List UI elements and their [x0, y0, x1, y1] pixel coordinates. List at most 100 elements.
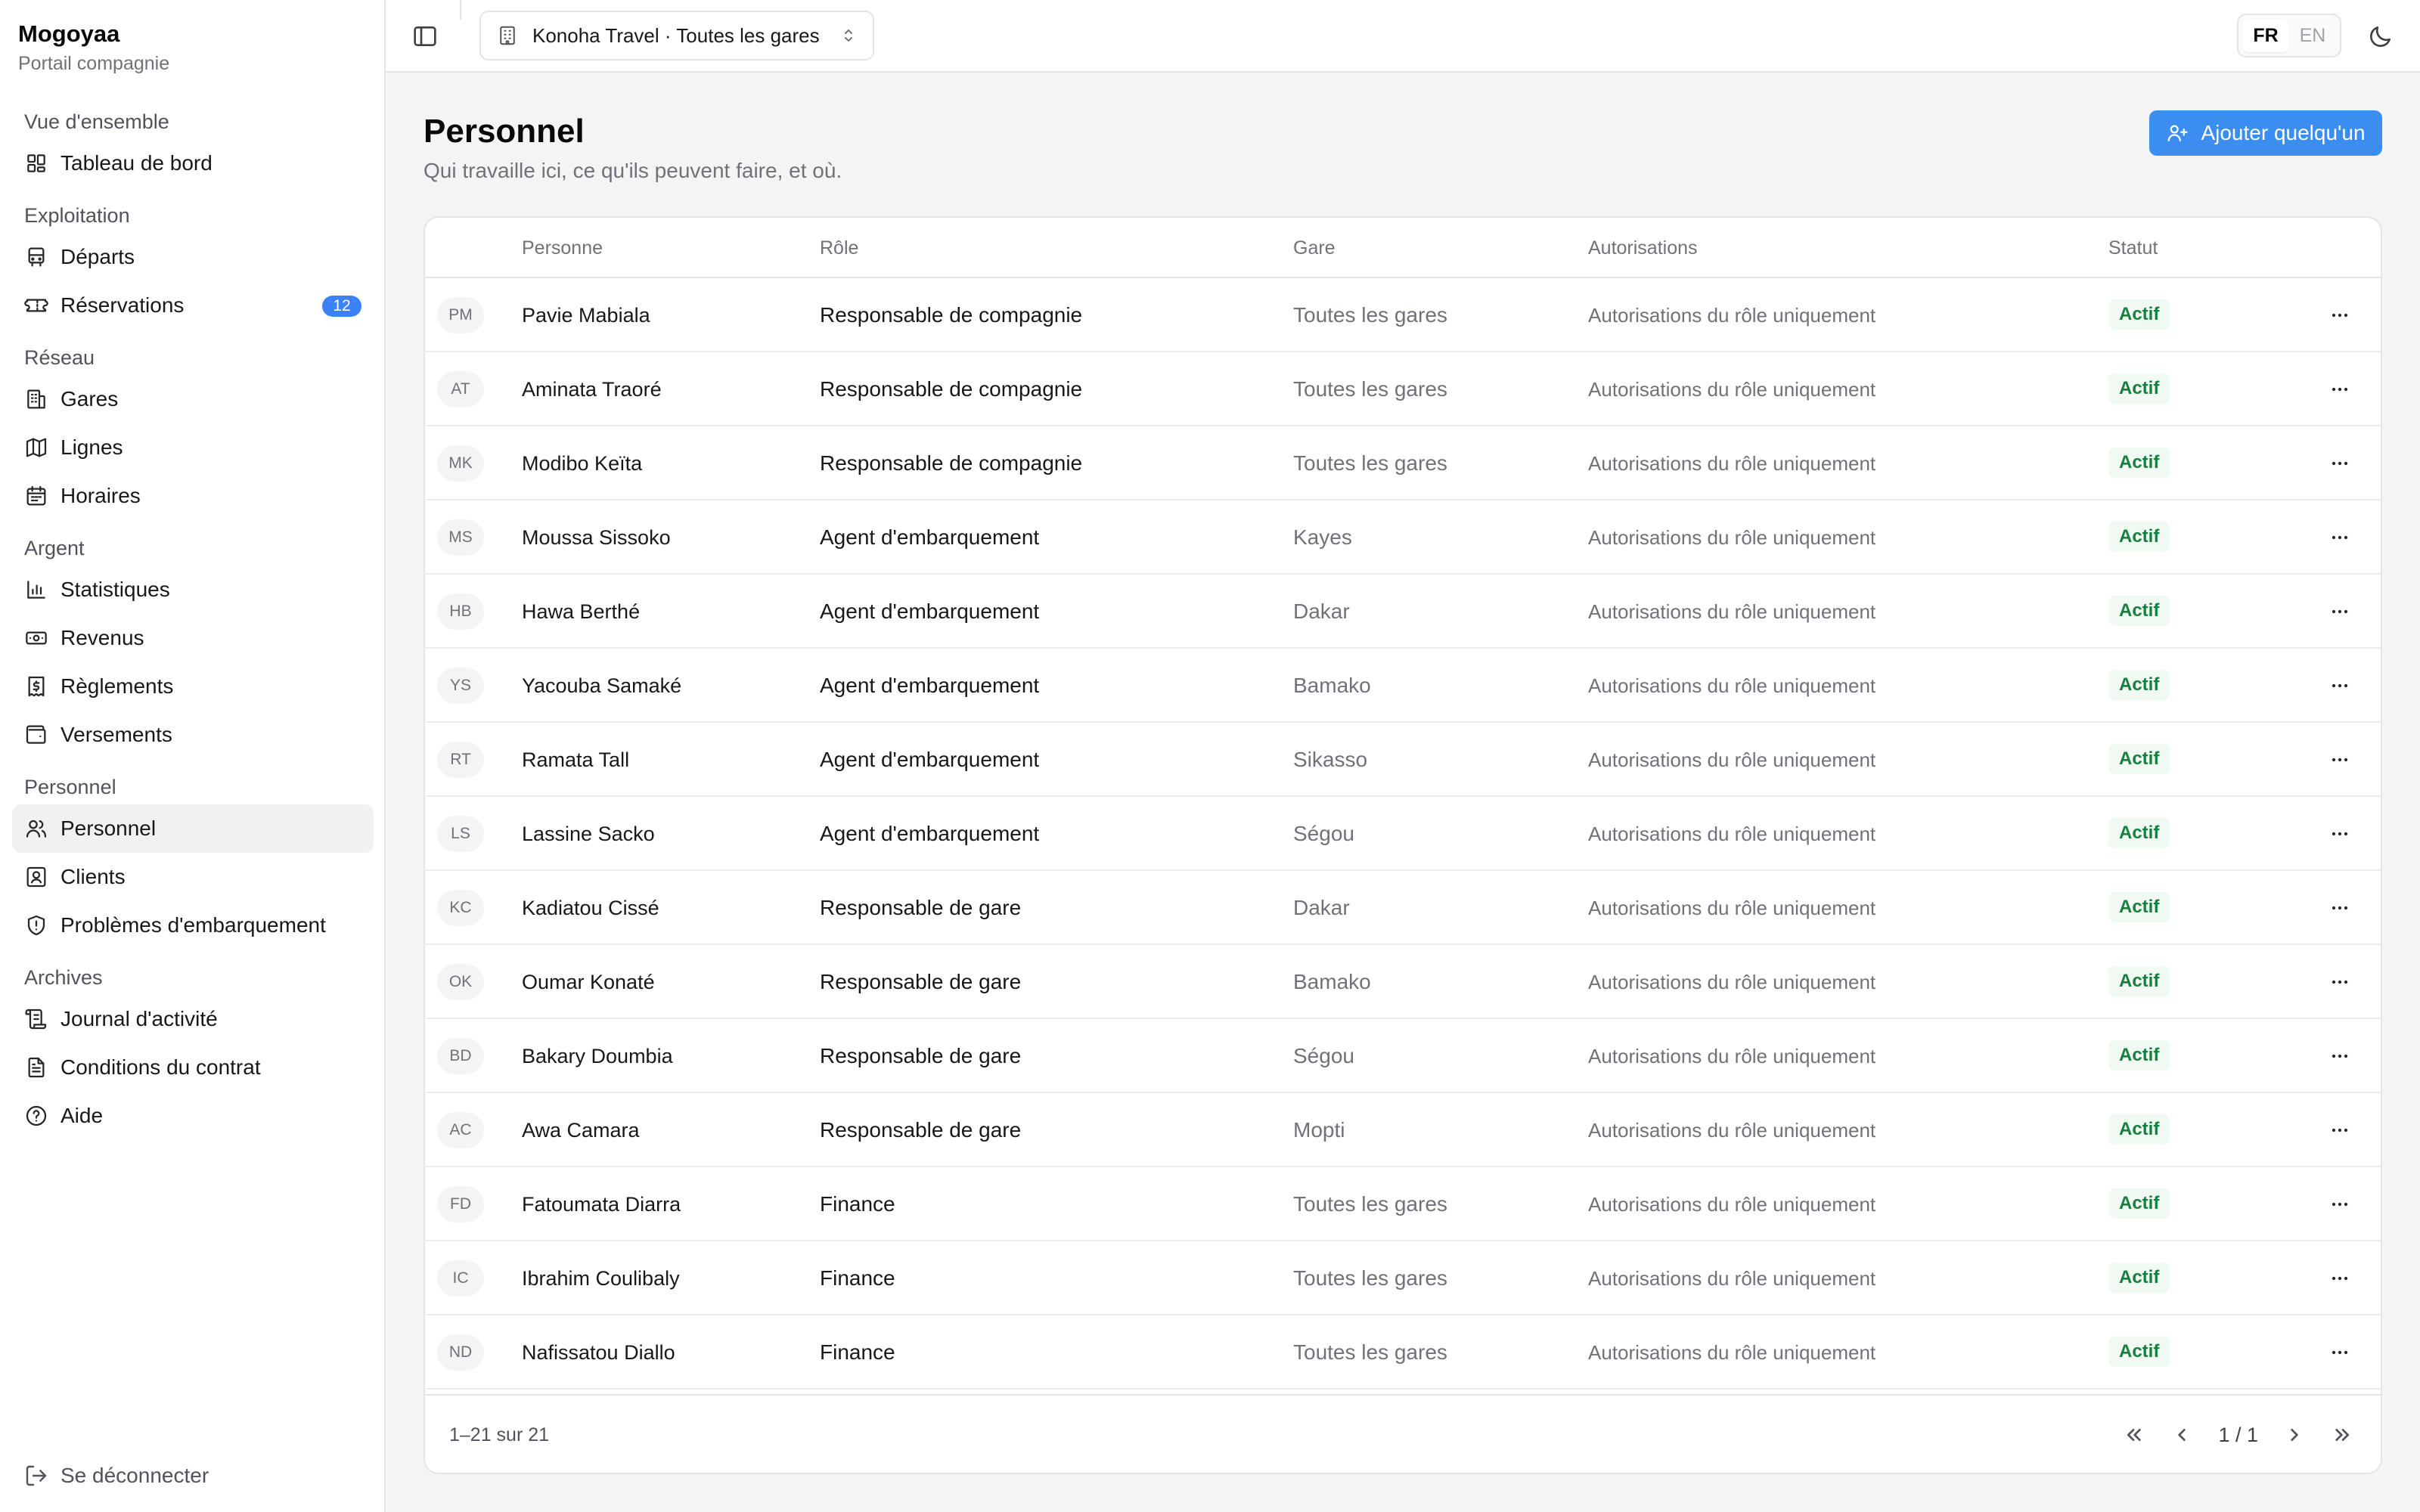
scroll-icon — [24, 1007, 48, 1031]
user-plus-icon — [2166, 122, 2189, 144]
sidebar-item-label: Clients — [60, 865, 126, 888]
sidebar-item-label: Conditions du contrat — [60, 1055, 261, 1079]
table-row[interactable]: PM Pavie Mabiala Responsable de compagnie T… — [425, 278, 2381, 352]
table-row[interactable]: OK Oumar Konaté Responsable de gare Bamako A… — [425, 945, 2381, 1019]
table-row[interactable]: MS Moussa Sissoko Agent d'embarquement Kaye… — [425, 500, 2381, 575]
person-name: Moussa Sissoko — [522, 526, 671, 549]
language-fr-button[interactable]: FR — [2242, 19, 2289, 52]
person-permissions: Autorisations du rôle uniquement — [1588, 1193, 1876, 1216]
row-actions-button[interactable] — [2328, 1266, 2352, 1290]
sidebar-item-revenus[interactable]: Revenus — [12, 614, 374, 662]
sidebar-item-reglements[interactable]: Règlements — [12, 662, 374, 711]
sidebar-item-label: Revenus — [60, 626, 144, 649]
nav-group-label: Argent — [24, 537, 85, 559]
column-header-role[interactable]: Rôle — [820, 218, 858, 278]
table-row[interactable]: MK Modibo Keïta Responsable de compagnie To… — [425, 426, 2381, 500]
ticket-icon — [24, 293, 48, 318]
more-horizontal-icon — [2328, 748, 2352, 772]
chevrons-up-down-icon — [839, 26, 858, 45]
person-role: Finance — [820, 1266, 895, 1290]
table-row[interactable]: ND Nafissatou Diallo Finance Toutes les gar… — [425, 1315, 2381, 1390]
more-horizontal-icon — [2328, 1044, 2352, 1068]
table-row[interactable]: AC Awa Camara Responsable de gare Mopti Auto… — [425, 1093, 2381, 1167]
org-selector[interactable]: Konoha Travel · Toutes les gares — [479, 11, 874, 60]
row-actions-button[interactable] — [2328, 600, 2352, 624]
row-actions-button[interactable] — [2328, 1192, 2352, 1216]
sidebar-item-departs[interactable]: Départs — [12, 233, 374, 281]
status-badge: Actif — [2108, 966, 2170, 996]
person-permissions: Autorisations du rôle uniquement — [1588, 600, 1876, 623]
column-header-station[interactable]: Gare — [1293, 218, 1336, 278]
next-page-button[interactable] — [2279, 1420, 2310, 1450]
status-badge: Actif — [2108, 1263, 2170, 1293]
language-en-button[interactable]: EN — [2289, 19, 2336, 52]
row-actions-button[interactable] — [2328, 1340, 2352, 1365]
sidebar-item-clients[interactable]: Clients — [12, 853, 374, 901]
nav-group-exploitation: Exploitation Départs Réservations 12 — [12, 198, 374, 330]
column-header-permissions[interactable]: Autorisations — [1588, 218, 1698, 278]
theme-toggle-button[interactable] — [2366, 21, 2396, 51]
sidebar-item-label: Statistiques — [60, 578, 170, 601]
row-actions-button[interactable] — [2328, 451, 2352, 476]
previous-page-button[interactable] — [2167, 1420, 2197, 1450]
row-actions-button[interactable] — [2328, 303, 2352, 327]
sidebar-item-horaires[interactable]: Horaires — [12, 472, 374, 520]
sidebar-item-label: Personnel — [60, 816, 157, 840]
moon-icon — [2366, 21, 2396, 51]
row-actions-button[interactable] — [2328, 674, 2352, 698]
sidebar-item-personnel[interactable]: Personnel — [12, 804, 374, 853]
last-page-button[interactable] — [2328, 1420, 2358, 1450]
more-horizontal-icon — [2328, 377, 2352, 401]
first-page-button[interactable] — [2118, 1420, 2149, 1450]
nav-group-archives: Archives Journal d'activité Conditions du … — [12, 960, 374, 1140]
sidebar-item-journal-d-activite[interactable]: Journal d'activité — [12, 995, 374, 1043]
column-header-person[interactable]: Personne — [522, 218, 603, 278]
row-actions-button[interactable] — [2328, 1044, 2352, 1068]
table-row[interactable]: FD Fatoumata Diarra Finance Toutes les gare… — [425, 1167, 2381, 1241]
sidebar-toggle-button[interactable] — [410, 21, 440, 51]
row-actions-button[interactable] — [2328, 748, 2352, 772]
sidebar-item-problemes-d-embarquement[interactable]: Problèmes d'embarquement — [12, 901, 374, 950]
sidebar-item-gares[interactable]: Gares — [12, 375, 374, 423]
person-role: Responsable de gare — [820, 970, 1022, 993]
row-actions-button[interactable] — [2328, 377, 2352, 401]
more-horizontal-icon — [2328, 674, 2352, 698]
person-name: Aminata Traoré — [522, 378, 662, 401]
logout-button[interactable]: Se déconnecter — [24, 1452, 209, 1500]
person-role: Responsable de compagnie — [820, 377, 1083, 401]
sidebar-item-statistiques[interactable]: Statistiques — [12, 565, 374, 614]
sidebar-item-conditions-du-contrat[interactable]: Conditions du contrat — [12, 1043, 374, 1092]
row-actions-button[interactable] — [2328, 822, 2352, 846]
more-horizontal-icon — [2328, 451, 2352, 476]
add-person-button[interactable]: Ajouter quelqu'un — [2149, 110, 2382, 156]
table-row[interactable]: KC Kadiatou Cissé Responsable de gare Dakar… — [425, 871, 2381, 945]
person-permissions: Autorisations du rôle uniquement — [1588, 304, 1876, 327]
logout-label: Se déconnecter — [60, 1464, 209, 1487]
table-row[interactable]: AT Aminata Traoré Responsable de compagnie… — [425, 352, 2381, 426]
main-area: Konoha Travel · Toutes les gares FR EN P… — [386, 0, 2420, 1512]
sidebar-item-label: Tableau de bord — [60, 151, 213, 175]
calendar-icon — [24, 484, 48, 508]
table-row[interactable]: HB Hawa Berthé Agent d'embarquement Dakar Au… — [425, 575, 2381, 649]
table-row[interactable]: BD Bakary Doumbia Responsable de gare Ségou… — [425, 1019, 2381, 1093]
person-name: Ramata Tall — [522, 748, 630, 771]
avatar: YS — [437, 668, 484, 704]
row-actions-button[interactable] — [2328, 896, 2352, 920]
table-row[interactable]: IC Ibrahim Coulibaly Finance Toutes les gar… — [425, 1241, 2381, 1315]
avatar: IC — [437, 1260, 484, 1297]
column-header-status[interactable]: Statut — [2108, 218, 2158, 278]
row-actions-button[interactable] — [2328, 970, 2352, 994]
person-name: Kadiatou Cissé — [522, 897, 659, 919]
table-row[interactable]: LS Lassine Sacko Agent d'embarquement Ségou… — [425, 797, 2381, 871]
sidebar-item-lignes[interactable]: Lignes — [12, 423, 374, 472]
sidebar-item-reservations[interactable]: Réservations 12 — [12, 281, 374, 330]
status-badge: Actif — [2108, 299, 2170, 330]
row-actions-button[interactable] — [2328, 1118, 2352, 1142]
row-actions-button[interactable] — [2328, 525, 2352, 550]
sidebar-item-versements[interactable]: Versements — [12, 711, 374, 759]
person-name: Awa Camara — [522, 1119, 640, 1142]
sidebar-item-tableau-de-bord[interactable]: Tableau de bord — [12, 139, 374, 187]
table-row[interactable]: YS Yacouba Samaké Agent d'embarquement Bama… — [425, 649, 2381, 723]
sidebar-item-aide[interactable]: Aide — [12, 1092, 374, 1140]
table-row[interactable]: RT Ramata Tall Agent d'embarquement Sikasso… — [425, 723, 2381, 797]
